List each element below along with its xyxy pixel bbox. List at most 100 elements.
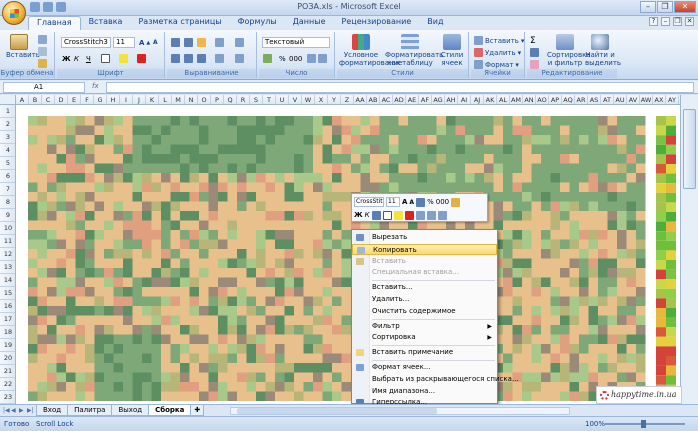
row-header[interactable]: 8 bbox=[0, 196, 15, 209]
orientation-button[interactable] bbox=[215, 37, 224, 48]
mini-thousands-button[interactable]: 000 bbox=[436, 198, 449, 206]
column-header[interactable]: C bbox=[42, 95, 55, 104]
mini-decimal-icon[interactable] bbox=[415, 210, 425, 220]
row-header[interactable]: 16 bbox=[0, 300, 15, 313]
minimize-button[interactable]: – bbox=[640, 1, 656, 13]
mini-merge-icon[interactable] bbox=[437, 210, 447, 220]
zoom-level[interactable]: 100% bbox=[585, 420, 605, 428]
fill-color-button[interactable] bbox=[119, 53, 128, 64]
mini-font-color-icon[interactable] bbox=[404, 210, 414, 220]
row-header[interactable]: 11 bbox=[0, 235, 15, 248]
mini-percent-button[interactable]: % bbox=[427, 198, 434, 206]
align-top-button[interactable] bbox=[171, 37, 180, 48]
align-right-button[interactable] bbox=[197, 53, 206, 64]
column-header[interactable]: H bbox=[107, 95, 120, 104]
column-header[interactable]: L bbox=[159, 95, 172, 104]
column-header[interactable]: K bbox=[146, 95, 159, 104]
tab-page-layout[interactable]: Разметка страницы bbox=[130, 16, 229, 30]
column-header[interactable]: S bbox=[250, 95, 263, 104]
row-header[interactable]: 13 bbox=[0, 261, 15, 274]
zoom-knob[interactable] bbox=[641, 420, 646, 428]
column-header[interactable]: R bbox=[237, 95, 250, 104]
new-sheet-icon[interactable]: ✚ bbox=[190, 405, 205, 416]
column-header[interactable]: N bbox=[185, 95, 198, 104]
menu-item[interactable]: Фильтр ▶ bbox=[352, 321, 497, 332]
column-header[interactable]: Q bbox=[224, 95, 237, 104]
wb-minimize-button[interactable]: – bbox=[661, 17, 670, 26]
column-header[interactable]: F bbox=[81, 95, 94, 104]
font-color-button[interactable] bbox=[137, 53, 146, 64]
row-header[interactable]: 5 bbox=[0, 157, 15, 170]
column-header[interactable]: G bbox=[94, 95, 107, 104]
menu-item[interactable]: Удалить... bbox=[352, 294, 497, 305]
column-header[interactable]: X bbox=[315, 95, 328, 104]
column-header[interactable]: Z bbox=[341, 95, 354, 104]
row-header[interactable]: 21 bbox=[0, 365, 15, 378]
underline-button[interactable]: Ч bbox=[86, 53, 91, 64]
find-select-button[interactable]: Найти и выделить bbox=[585, 34, 621, 67]
mini-grow-font-button[interactable]: A bbox=[402, 198, 407, 206]
sheet-tab-vhod[interactable]: Вход bbox=[36, 405, 69, 416]
column-header[interactable]: P bbox=[211, 95, 224, 104]
column-header[interactable]: V bbox=[289, 95, 302, 104]
borders-button[interactable] bbox=[101, 53, 110, 64]
column-header[interactable]: AT bbox=[601, 95, 614, 104]
thousands-button[interactable]: 000 bbox=[289, 53, 302, 64]
row-header[interactable]: 14 bbox=[0, 274, 15, 287]
worksheet-grid[interactable] bbox=[16, 105, 680, 404]
fill-button[interactable] bbox=[530, 47, 539, 58]
menu-item[interactable]: Вставить bbox=[352, 256, 497, 267]
column-header[interactable]: O bbox=[198, 95, 211, 104]
formula-input[interactable] bbox=[106, 82, 694, 93]
row-header[interactable]: 23 bbox=[0, 391, 15, 404]
zoom-slider[interactable] bbox=[605, 420, 685, 428]
copy-button[interactable] bbox=[38, 46, 47, 57]
column-header[interactable]: AX bbox=[653, 95, 666, 104]
row-header[interactable]: 19 bbox=[0, 339, 15, 352]
office-button[interactable] bbox=[2, 1, 26, 25]
row-header[interactable]: 6 bbox=[0, 170, 15, 183]
column-header[interactable]: AI bbox=[458, 95, 471, 104]
column-header[interactable]: AN bbox=[523, 95, 536, 104]
shrink-font-button[interactable]: A bbox=[153, 37, 158, 48]
column-header[interactable]: AF bbox=[419, 95, 432, 104]
column-header[interactable]: AL bbox=[497, 95, 510, 104]
scroll-thumb[interactable] bbox=[683, 109, 696, 189]
column-header[interactable]: AM bbox=[510, 95, 523, 104]
column-header[interactable]: M bbox=[172, 95, 185, 104]
column-header[interactable]: AR bbox=[575, 95, 588, 104]
font-size-select[interactable]: 11 bbox=[113, 37, 135, 48]
name-box[interactable]: A1 bbox=[3, 82, 85, 93]
mini-currency-icon[interactable] bbox=[416, 197, 426, 207]
conditional-format-button[interactable]: Условное форматирование bbox=[339, 34, 402, 67]
fx-icon[interactable]: fx bbox=[92, 82, 99, 90]
percent-button[interactable]: % bbox=[279, 53, 286, 64]
menu-item[interactable]: Специальная вставка... bbox=[352, 267, 497, 278]
menu-item[interactable]: Вставить... bbox=[352, 282, 497, 293]
vertical-scrollbar[interactable] bbox=[680, 95, 698, 404]
prev-sheet-icon[interactable]: ◀ bbox=[11, 407, 18, 414]
autosum-button[interactable]: Σ bbox=[530, 35, 536, 46]
column-header[interactable]: I bbox=[120, 95, 133, 104]
merge-button[interactable] bbox=[235, 53, 244, 64]
column-header[interactable]: Y bbox=[328, 95, 341, 104]
mini-italic-button[interactable]: К bbox=[365, 211, 370, 219]
column-header[interactable]: AW bbox=[640, 95, 653, 104]
column-header[interactable]: AO bbox=[536, 95, 549, 104]
tab-home[interactable]: Главная bbox=[28, 16, 81, 30]
delete-cells-button[interactable]: Удалить ▾ bbox=[474, 47, 521, 58]
sheet-tab-sborka[interactable]: Сборка bbox=[148, 405, 192, 416]
mini-border-icon[interactable] bbox=[382, 210, 392, 220]
menu-item[interactable]: Выбрать из раскрывающегося списка... bbox=[352, 374, 519, 385]
wb-close-button[interactable]: ✕ bbox=[685, 17, 694, 26]
sheet-tab-palitra[interactable]: Палитра bbox=[67, 405, 113, 416]
decimal-buttons[interactable] bbox=[307, 53, 327, 64]
menu-item[interactable]: Сортировка ▶ bbox=[352, 332, 497, 343]
column-header[interactable]: AA bbox=[354, 95, 367, 104]
row-header[interactable]: 12 bbox=[0, 248, 15, 261]
indent-button[interactable] bbox=[215, 53, 224, 64]
format-as-table-button[interactable]: Форматировать как таблицу bbox=[385, 34, 443, 67]
next-sheet-icon[interactable]: ▶ bbox=[19, 407, 26, 414]
align-left-button[interactable] bbox=[171, 53, 180, 64]
wrap-text-button[interactable] bbox=[235, 37, 244, 48]
